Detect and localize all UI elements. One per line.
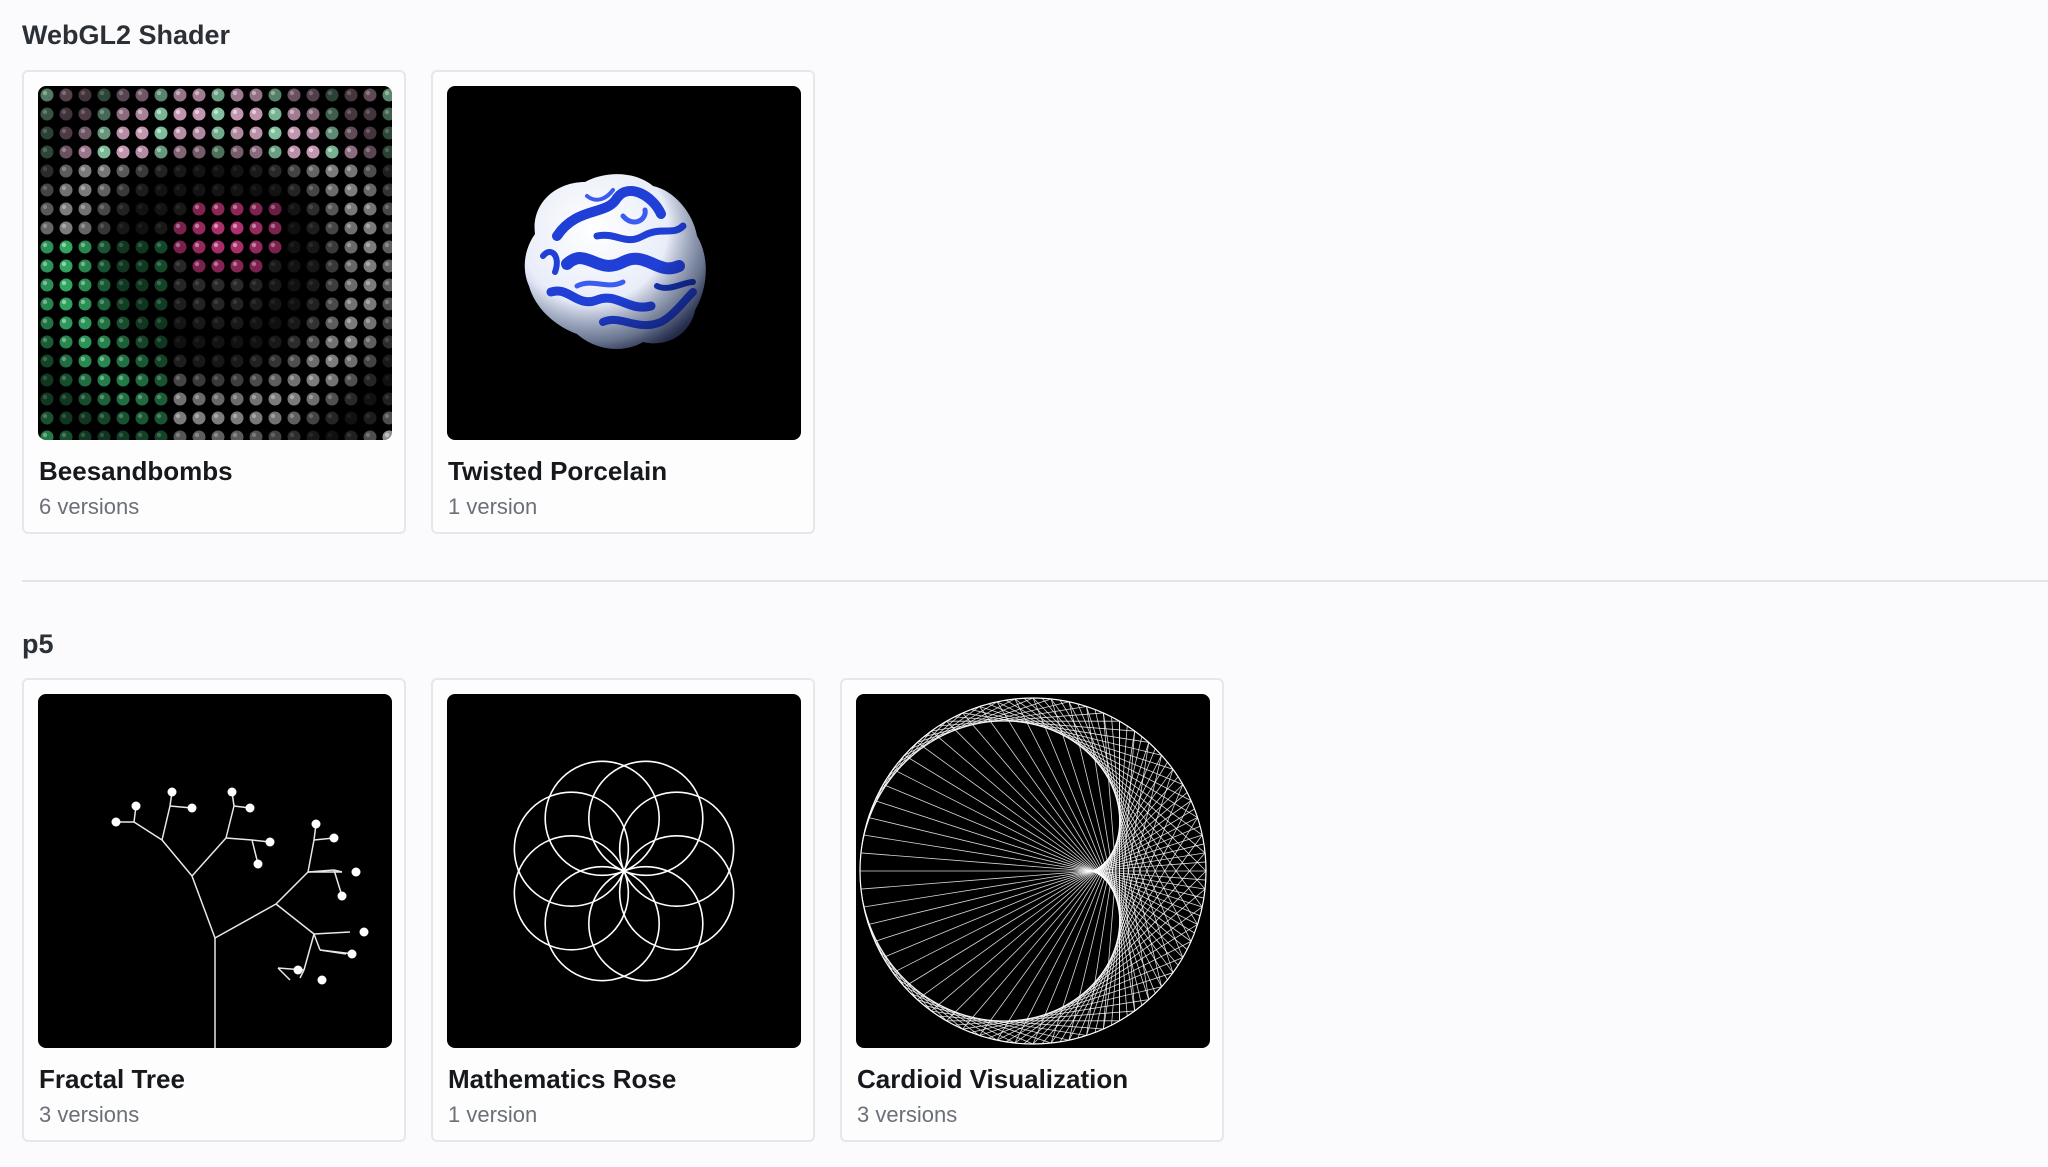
rose-curve-image bbox=[513, 760, 735, 982]
card-version-count: 3 versions bbox=[857, 1102, 958, 1127]
card-version-count: 6 versions bbox=[39, 494, 140, 519]
dot-grid-shader-image bbox=[40, 88, 392, 440]
card-twisted-porcelain[interactable]: Twisted Porcelain 1 version bbox=[431, 70, 815, 534]
card-title: Fractal Tree bbox=[39, 1064, 185, 1094]
fractal-tree-image bbox=[111, 787, 369, 1048]
section-divider bbox=[22, 580, 2048, 582]
porcelain-stone-image bbox=[524, 174, 706, 349]
card-version-count: 3 versions bbox=[39, 1102, 140, 1127]
card-version-count: 1 version bbox=[448, 1102, 538, 1127]
section-title-p5: p5 bbox=[22, 629, 54, 659]
card-title: Beesandbombs bbox=[39, 456, 233, 486]
card-title: Twisted Porcelain bbox=[448, 456, 668, 486]
thumbnail-beesandbombs bbox=[38, 86, 392, 440]
card-mathematics-rose[interactable]: Mathematics Rose 1 version bbox=[431, 678, 815, 1142]
card-title: Mathematics Rose bbox=[448, 1064, 677, 1094]
card-version-count: 1 version bbox=[448, 494, 538, 519]
thumbnail-fractal-tree bbox=[38, 694, 392, 1048]
thumbnail-mathematics-rose bbox=[447, 694, 801, 1048]
thumbnail-cardioid-visualization bbox=[856, 694, 1210, 1048]
card-fractal-tree[interactable]: Fractal Tree 3 versions bbox=[22, 678, 406, 1142]
card-cardioid-visualization[interactable]: Cardioid Visualization 3 versions bbox=[840, 678, 1224, 1142]
card-beesandbombs[interactable]: Beesandbombs 6 versions bbox=[22, 70, 406, 534]
section-title-webgl2-shader: WebGL2 Shader bbox=[22, 20, 231, 50]
card-title: Cardioid Visualization bbox=[857, 1064, 1129, 1094]
cardioid-image bbox=[859, 697, 1207, 1045]
thumbnail-twisted-porcelain bbox=[447, 86, 801, 440]
gallery-page: WebGL2 Shader Beesandbombs 6 versions Tw… bbox=[0, 0, 2048, 1167]
